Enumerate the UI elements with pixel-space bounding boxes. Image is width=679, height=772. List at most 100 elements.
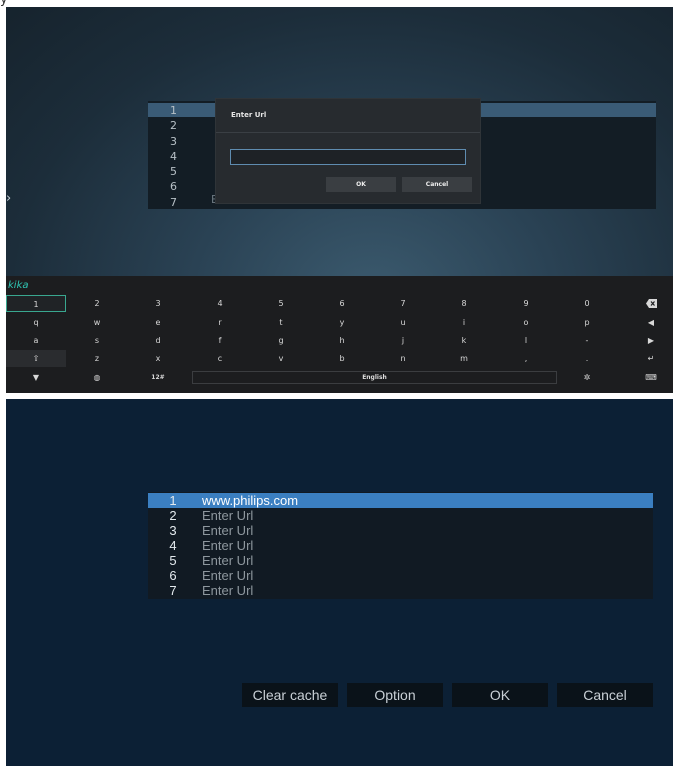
keyboard-row-qwerty: q w e r t y u i o p ◀ xyxy=(6,314,673,331)
key[interactable]: 5 xyxy=(251,295,311,312)
key[interactable]: k xyxy=(434,332,494,349)
key[interactable]: 7 xyxy=(373,295,433,312)
key[interactable]: 9 xyxy=(496,295,556,312)
hide-keyboard-icon[interactable]: ▼ xyxy=(6,369,66,386)
url-item-number: 7 xyxy=(169,583,177,598)
key[interactable]: p xyxy=(557,314,617,331)
url-number: 4 xyxy=(170,149,177,163)
key[interactable]: w xyxy=(67,314,127,331)
url-item-number: 6 xyxy=(169,568,177,583)
globe-icon[interactable]: ◍ xyxy=(67,369,127,386)
url-number: 1 xyxy=(170,104,177,117)
key[interactable]: 6 xyxy=(312,295,372,312)
url-item-text: Enter Url xyxy=(202,508,254,523)
url-number: 7 xyxy=(170,195,177,209)
ok-button[interactable]: OK xyxy=(452,683,548,707)
url-number-column: 1 2 3 4 5 6 7 xyxy=(170,103,177,210)
url-list-item[interactable]: 1 www.philips.com xyxy=(148,493,653,508)
key[interactable]: r xyxy=(190,314,250,331)
key[interactable]: g xyxy=(251,332,311,349)
enter-url-dialog: Enter Url OK Cancel xyxy=(215,98,481,204)
url-item-number: 5 xyxy=(169,553,177,568)
key[interactable]: c xyxy=(190,350,250,367)
space-bar[interactable]: English xyxy=(192,371,557,384)
url-item-text: Enter Url xyxy=(202,523,254,538)
keyboard-row-bottom: ▼ ◍ 12# English ✲ ⌨ xyxy=(6,369,673,386)
url-list-item[interactable]: 7 Enter Url xyxy=(148,583,653,598)
bottom-screenshot: 1 www.philips.com 2 Enter Url 3 Enter Ur… xyxy=(6,399,673,766)
key[interactable]: 8 xyxy=(434,295,494,312)
dialog-cancel-button[interactable]: Cancel xyxy=(402,177,472,192)
key[interactable]: j xyxy=(373,332,433,349)
key[interactable]: n xyxy=(373,350,433,367)
url-list-item[interactable]: 5 Enter Url xyxy=(148,553,653,568)
chevron-right-icon[interactable]: › xyxy=(6,192,18,206)
key[interactable]: q xyxy=(6,314,66,331)
key[interactable]: y xyxy=(312,314,372,331)
cancel-button[interactable]: Cancel xyxy=(557,683,653,707)
keyboard-icon[interactable]: ⌨ xyxy=(631,369,671,386)
shift-icon[interactable]: ⇧ xyxy=(6,350,66,367)
gear-icon[interactable]: ✲ xyxy=(557,369,617,386)
key[interactable]: m xyxy=(434,350,494,367)
url-item-text: Enter Url xyxy=(202,568,254,583)
keyboard-row-zxcv: ⇧ z x c v b n m , . ↵ xyxy=(6,350,673,367)
backspace-icon[interactable] xyxy=(631,295,671,312)
key[interactable]: f xyxy=(190,332,250,349)
url-number: 2 xyxy=(170,119,177,133)
url-number: 5 xyxy=(170,165,177,179)
key[interactable]: d xyxy=(128,332,188,349)
enter-icon[interactable]: ↵ xyxy=(631,350,671,367)
key[interactable]: s xyxy=(67,332,127,349)
key[interactable]: 2 xyxy=(67,295,127,312)
key[interactable]: 1 xyxy=(6,295,66,312)
key[interactable]: e xyxy=(128,314,188,331)
cropped-caption-text: y xyxy=(0,0,8,7)
key[interactable]: a xyxy=(6,332,66,349)
key[interactable]: 3 xyxy=(128,295,188,312)
url-list-item[interactable]: 6 Enter Url xyxy=(148,568,653,583)
url-number: 3 xyxy=(170,134,177,148)
key[interactable]: - xyxy=(557,332,617,349)
url-item-number: 1 xyxy=(169,493,177,508)
top-screenshot: › 1 2 3 4 5 6 7 Enter Url Enter Url OK C… xyxy=(6,7,673,393)
url-list-item[interactable]: 2 Enter Url xyxy=(148,508,653,523)
option-button[interactable]: Option xyxy=(347,683,443,707)
keyboard-row-asdf: a s d f g h j k l - ▶ xyxy=(6,332,673,349)
dialog-ok-button[interactable]: OK xyxy=(326,177,396,192)
key[interactable]: v xyxy=(251,350,311,367)
url-item-number: 3 xyxy=(169,523,177,538)
onscreen-keyboard: kika 1 2 3 4 5 6 7 8 9 0 q w e r t y u i xyxy=(6,276,673,393)
dialog-title: Enter Url xyxy=(231,111,267,119)
clear-cache-button[interactable]: Clear cache xyxy=(242,683,338,707)
key[interactable]: l xyxy=(496,332,556,349)
key[interactable]: t xyxy=(251,314,311,331)
url-input[interactable] xyxy=(230,149,466,165)
key[interactable]: , xyxy=(496,350,556,367)
url-item-text: www.philips.com xyxy=(202,493,299,508)
key[interactable]: 0 xyxy=(557,295,617,312)
arrow-right-icon[interactable]: ▶ xyxy=(631,332,671,349)
key[interactable]: . xyxy=(557,350,617,367)
key[interactable]: b xyxy=(312,350,372,367)
key[interactable]: x xyxy=(128,350,188,367)
url-item-text: Enter Url xyxy=(202,553,254,568)
key[interactable]: z xyxy=(67,350,127,367)
key[interactable]: 4 xyxy=(190,295,250,312)
key[interactable]: h xyxy=(312,332,372,349)
url-item-text: Enter Url xyxy=(202,583,254,598)
arrow-left-icon[interactable]: ◀ xyxy=(631,314,671,331)
url-item-number: 2 xyxy=(169,508,177,523)
url-item-text: Enter Url xyxy=(202,538,254,553)
key[interactable]: i xyxy=(434,314,494,331)
url-item-number: 4 xyxy=(169,538,177,553)
key[interactable]: o xyxy=(496,314,556,331)
dialog-divider xyxy=(216,132,480,133)
key[interactable]: u xyxy=(373,314,433,331)
url-list: 1 www.philips.com 2 Enter Url 3 Enter Ur… xyxy=(148,492,653,599)
symbols-key[interactable]: 12# xyxy=(128,369,188,386)
keyboard-row-numbers: 1 2 3 4 5 6 7 8 9 0 xyxy=(6,295,673,312)
url-number: 6 xyxy=(170,180,177,194)
url-list-item[interactable]: 4 Enter Url xyxy=(148,538,653,553)
url-list-item[interactable]: 3 Enter Url xyxy=(148,523,653,538)
